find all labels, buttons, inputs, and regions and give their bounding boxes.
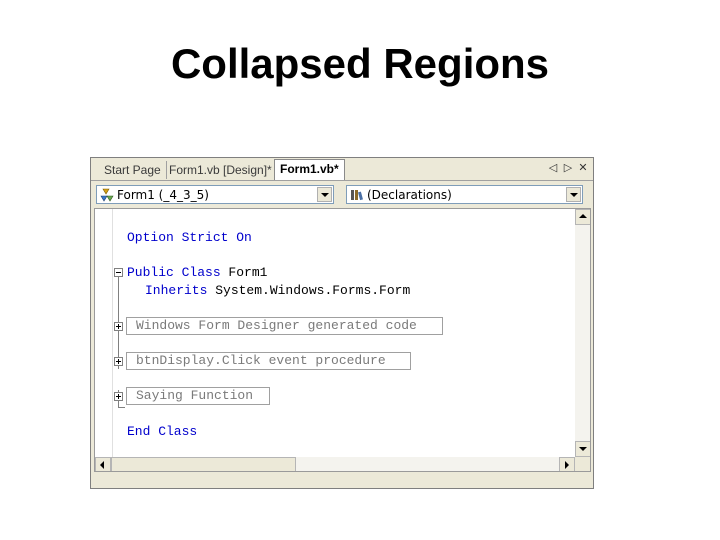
scroll-down-icon[interactable] xyxy=(575,441,590,457)
document-tab-strip: Start Page Form1.vb [Design]* Form1.vb* … xyxy=(91,158,593,181)
expand-region-icon[interactable] xyxy=(114,357,123,366)
scroll-tabs-left-icon[interactable]: ◁ xyxy=(546,161,560,175)
tab-start-page[interactable]: Start Page xyxy=(99,161,167,179)
tab-form-design[interactable]: Form1.vb [Design]* xyxy=(164,161,278,179)
horizontal-scroll-thumb[interactable] xyxy=(111,457,296,471)
inherits-base-class: System.Windows.Forms.Form xyxy=(207,283,411,298)
declarations-icon xyxy=(351,190,363,201)
inherits-line: Inherits System.Windows.Forms.Form xyxy=(145,283,410,299)
class-name: Form1 xyxy=(220,265,268,280)
class-name-value: Form1 (_4_3_5) xyxy=(117,188,209,202)
inherits-keyword: Inherits xyxy=(145,283,208,298)
scroll-tabs-right-icon[interactable]: ▷ xyxy=(561,161,575,175)
method-name-value: (Declarations) xyxy=(367,188,452,202)
chevron-down-icon[interactable] xyxy=(566,187,581,202)
collapsed-region-btndisplay-click[interactable]: btnDisplay.Click event procedure xyxy=(126,352,411,370)
scroll-right-icon[interactable] xyxy=(559,457,575,471)
class-icon xyxy=(100,188,114,202)
code-editor-window: Start Page Form1.vb [Design]* Form1.vb* … xyxy=(90,157,594,489)
chevron-down-icon[interactable] xyxy=(317,187,332,202)
tab-form-code[interactable]: Form1.vb* xyxy=(274,159,345,180)
scroll-up-icon[interactable] xyxy=(575,209,590,225)
collapsed-region-designer-code[interactable]: Windows Form Designer generated code xyxy=(126,317,443,335)
class-name-dropdown[interactable]: Form1 (_4_3_5) xyxy=(96,185,334,204)
class-keyword: Public Class xyxy=(127,265,221,280)
class-declaration-line: Public Class Form1 xyxy=(127,265,267,281)
outline-end xyxy=(118,407,125,408)
collapse-class-icon[interactable] xyxy=(114,268,123,277)
scroll-left-icon[interactable] xyxy=(95,457,111,471)
outline-gutter xyxy=(95,209,113,471)
method-name-dropdown[interactable]: (Declarations) xyxy=(346,185,583,204)
code-area[interactable]: Option Strict On Public Class Form1 Inhe… xyxy=(94,208,591,472)
horizontal-scrollbar[interactable] xyxy=(95,457,575,471)
navigation-bar: Form1 (_4_3_5) (Declarations) xyxy=(91,181,593,207)
expand-region-icon[interactable] xyxy=(114,322,123,331)
option-strict-line: Option Strict On xyxy=(127,230,252,245)
expand-region-icon[interactable] xyxy=(114,392,123,401)
collapsed-region-saying-function[interactable]: Saying Function xyxy=(126,387,270,405)
scrollbar-corner xyxy=(575,457,590,471)
close-icon[interactable]: ✕ xyxy=(576,161,590,175)
slide-title: Collapsed Regions xyxy=(170,40,550,87)
vertical-scrollbar[interactable] xyxy=(575,209,590,457)
end-class-line: End Class xyxy=(127,424,198,439)
